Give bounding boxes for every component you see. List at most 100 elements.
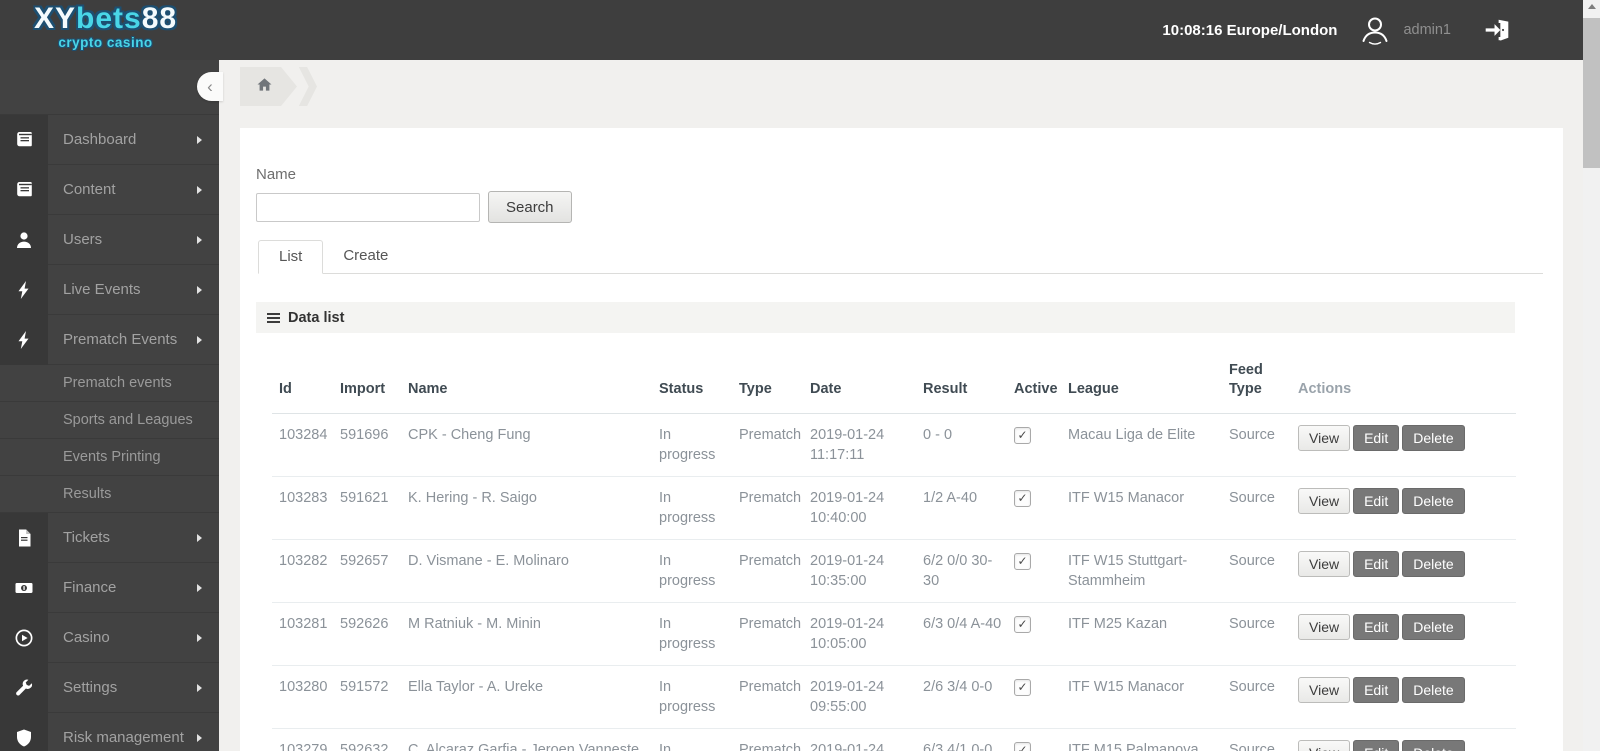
sidebar-item-label: Casino <box>63 629 110 646</box>
table-row: 103281 592626 M Ratniuk - M. Minin In progr… <box>272 602 1516 666</box>
sidebar-collapse-button[interactable]: ‹ <box>197 72 223 101</box>
table-row: 103280 591572 Ella Taylor - A. Ureke In pro… <box>272 665 1516 729</box>
active-checkbox[interactable]: ✓ <box>1014 426 1031 444</box>
delete-button[interactable]: Delete <box>1402 677 1465 703</box>
cell-import: 591696 <box>340 413 408 477</box>
search-button[interactable]: Search <box>488 191 572 223</box>
view-button[interactable]: View <box>1298 425 1351 451</box>
edit-button[interactable]: Edit <box>1353 677 1400 703</box>
sidebar-subitem-sports-and-leagues[interactable]: Sports and Leagues <box>0 401 219 438</box>
scroll-up-arrow-icon[interactable] <box>1583 4 1600 17</box>
sidebar-item-finance[interactable]: Finance <box>0 562 219 613</box>
cell-actions: ViewEditDelete <box>1298 602 1516 666</box>
chevron-right-icon <box>197 583 202 592</box>
delete-button[interactable]: Delete <box>1402 488 1465 514</box>
edit-button[interactable]: Edit <box>1353 551 1400 577</box>
edit-button[interactable]: Edit <box>1353 614 1400 640</box>
sidebar-subitem-results[interactable]: Results <box>0 475 219 512</box>
sidebar-item-label: Users <box>63 231 103 248</box>
topbar-right: 10:08:16 Europe/London admin1 <box>1162 0 1583 60</box>
sidebar-item-live-events[interactable]: Live Events <box>0 264 219 315</box>
sidebar-subitem-prematch-events[interactable]: Prematch events <box>0 364 219 401</box>
sidebar-subitem-label: Events Printing <box>63 449 161 465</box>
username: admin1 <box>1403 22 1451 38</box>
column-header-type: Type <box>739 333 810 414</box>
cell-actions: ViewEditDelete <box>1298 413 1516 477</box>
cell-status: In progress <box>659 665 739 729</box>
tab-list[interactable]: List <box>258 240 324 274</box>
play-icon <box>0 612 48 663</box>
cell-date: 2019-01-24 10:00:00 <box>810 728 923 751</box>
cell-active: ✓ <box>1014 413 1068 477</box>
money-icon <box>0 562 48 613</box>
content-panel: Name Search List Create Data list Id Impo… <box>240 128 1563 751</box>
cell-type: Prematch <box>739 476 810 540</box>
cell-id: 103284 <box>272 413 340 477</box>
brand-logo[interactable]: XYbets88 crypto casino <box>34 4 177 50</box>
cell-result: 6/2 0/0 30-30 <box>923 539 1014 603</box>
cell-result: 2/6 3/4 0-0 <box>923 665 1014 729</box>
view-button[interactable]: View <box>1298 677 1351 703</box>
column-header-name: Name <box>408 333 659 414</box>
name-input[interactable] <box>256 192 480 222</box>
sidebar-item-users[interactable]: Users <box>0 214 219 265</box>
datalist-header: Data list <box>256 302 1515 333</box>
view-button[interactable]: View <box>1298 488 1351 514</box>
cell-type: Prematch <box>739 539 810 603</box>
sidebar-item-casino[interactable]: Casino <box>0 612 219 663</box>
table-row: 103279 592632 C. Alcaraz Garfia - Jeroen V… <box>272 728 1516 751</box>
active-checkbox[interactable]: ✓ <box>1014 615 1031 633</box>
sidebar-item-dashboard[interactable]: Dashboard <box>0 114 219 165</box>
sidebar-item-settings[interactable]: Settings <box>0 662 219 713</box>
chevron-right-icon <box>197 135 202 144</box>
sidebar-item-tickets[interactable]: Tickets <box>0 512 219 563</box>
edit-button[interactable]: Edit <box>1353 740 1400 751</box>
file-icon <box>0 512 48 563</box>
table-row: 103283 591621 K. Hering - R. Saigo In progr… <box>272 476 1516 540</box>
sidebar-subitem-label: Results <box>63 486 112 502</box>
cell-league: ITF W15 Stuttgart-Stammheim <box>1068 539 1229 603</box>
cell-result: 1/2 A-40 <box>923 476 1014 540</box>
cell-date: 2019-01-24 10:35:00 <box>810 539 923 603</box>
delete-button[interactable]: Delete <box>1402 551 1465 577</box>
scrollbar[interactable] <box>1583 0 1600 751</box>
edit-button[interactable]: Edit <box>1353 425 1400 451</box>
active-checkbox[interactable]: ✓ <box>1014 678 1031 696</box>
scrollbar-thumb[interactable] <box>1583 18 1600 168</box>
user-icon <box>0 214 48 265</box>
chevron-left-icon: ‹ <box>207 76 213 96</box>
book-icon <box>0 114 48 165</box>
cell-league: ITF W15 Manacor <box>1068 476 1229 540</box>
logout-icon[interactable] <box>1483 16 1511 44</box>
active-checkbox[interactable]: ✓ <box>1014 552 1031 570</box>
cell-import: 592657 <box>340 539 408 603</box>
view-button[interactable]: View <box>1298 614 1351 640</box>
sidebar-item-prematch-events[interactable]: Prematch Events <box>0 314 219 365</box>
cell-date: 2019-01-24 09:55:00 <box>810 665 923 729</box>
edit-button[interactable]: Edit <box>1353 488 1400 514</box>
delete-button[interactable]: Delete <box>1402 614 1465 640</box>
sidebar-item-risk-management[interactable]: Risk management <box>0 712 219 751</box>
sidebar-item-content[interactable]: Content <box>0 164 219 215</box>
cell-import: 591572 <box>340 665 408 729</box>
chevron-right-icon <box>197 533 202 542</box>
active-checkbox[interactable]: ✓ <box>1014 741 1031 751</box>
home-icon <box>256 76 273 98</box>
cell-id: 103281 <box>272 602 340 666</box>
sidebar-subitem-events-printing[interactable]: Events Printing <box>0 438 219 475</box>
delete-button[interactable]: Delete <box>1402 740 1465 751</box>
user-avatar-icon[interactable] <box>1357 12 1393 48</box>
breadcrumb-home[interactable] <box>240 67 297 106</box>
delete-button[interactable]: Delete <box>1402 425 1465 451</box>
datalist-title: Data list <box>288 309 345 326</box>
cell-type: Prematch <box>739 665 810 729</box>
sidebar-item-label: Risk management <box>63 729 184 746</box>
column-header-result: Result <box>923 333 1014 414</box>
name-label: Name <box>256 166 297 183</box>
tab-create[interactable]: Create <box>323 240 408 274</box>
view-button[interactable]: View <box>1298 740 1351 751</box>
cell-league: ITF W15 Manacor <box>1068 665 1229 729</box>
column-header-id: Id <box>272 333 340 414</box>
active-checkbox[interactable]: ✓ <box>1014 489 1031 507</box>
view-button[interactable]: View <box>1298 551 1351 577</box>
